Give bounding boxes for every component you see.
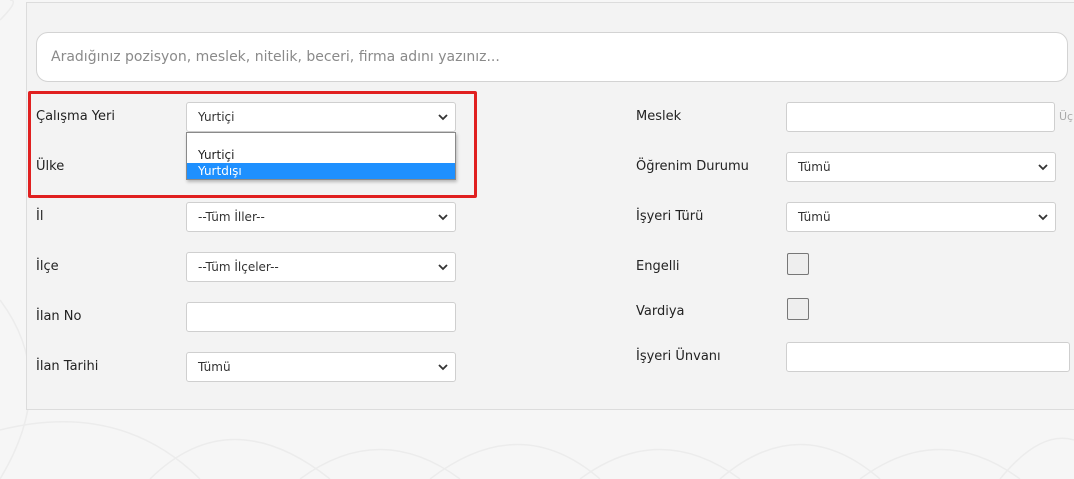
meslek-label: Meslek	[636, 109, 682, 124]
isyeri-turu-select[interactable]: Tümü	[786, 202, 1056, 232]
ilan-no-label: İlan No	[36, 309, 82, 324]
meslek-input[interactable]	[786, 102, 1055, 132]
ilan-no-input[interactable]	[186, 302, 456, 332]
ilan-tarihi-value: Tümü	[198, 360, 231, 374]
isyeri-unvani-input[interactable]	[786, 342, 1070, 372]
isyeri-turu-label: İşyeri Türü	[636, 209, 704, 224]
ogrenim-durumu-label: Öğrenim Durumu	[636, 159, 749, 174]
meslek-hint-text: Üç	[1059, 110, 1074, 123]
chevron-down-icon	[438, 114, 448, 121]
engelli-label: Engelli	[636, 259, 680, 274]
calisma-yeri-label: Çalışma Yeri	[36, 109, 115, 124]
calisma-yeri-select[interactable]: Yurtiçi	[186, 102, 456, 132]
ilan-tarihi-label: İlan Tarihi	[36, 359, 99, 374]
ilan-tarihi-select[interactable]: Tümü	[186, 352, 456, 382]
ogrenim-durumu-select[interactable]: Tümü	[786, 152, 1056, 182]
isyeri-turu-value: Tümü	[798, 210, 831, 224]
chevron-down-icon	[1038, 164, 1048, 171]
dropdown-option-yurtdisi[interactable]: Yurtdışı	[187, 163, 455, 179]
il-label: İl	[36, 209, 44, 224]
chevron-down-icon	[438, 214, 448, 221]
ilce-label: İlçe	[36, 259, 59, 274]
chevron-down-icon	[438, 264, 448, 271]
ilce-select[interactable]: --Tüm İlçeler--	[186, 252, 456, 282]
search-input[interactable]	[36, 32, 1068, 82]
chevron-down-icon	[438, 364, 448, 371]
calisma-yeri-value: Yurtiçi	[198, 110, 235, 124]
vardiya-label: Vardiya	[636, 304, 685, 319]
chevron-down-icon	[1038, 214, 1048, 221]
il-select[interactable]: --Tüm İller--	[186, 202, 456, 232]
dropdown-option-yurtici[interactable]: Yurtiçi	[187, 147, 455, 163]
il-value: --Tüm İller--	[198, 210, 265, 224]
ilce-value: --Tüm İlçeler--	[198, 260, 279, 274]
vardiya-checkbox[interactable]	[787, 298, 809, 320]
engelli-checkbox[interactable]	[787, 253, 809, 275]
isyeri-unvani-label: İşyeri Ünvanı	[636, 349, 721, 364]
ogrenim-durumu-value: Tümü	[798, 160, 831, 174]
calisma-yeri-dropdown-list: Yurtiçi Yurtdışı	[186, 132, 456, 180]
ulke-label: Ülke	[36, 159, 65, 174]
